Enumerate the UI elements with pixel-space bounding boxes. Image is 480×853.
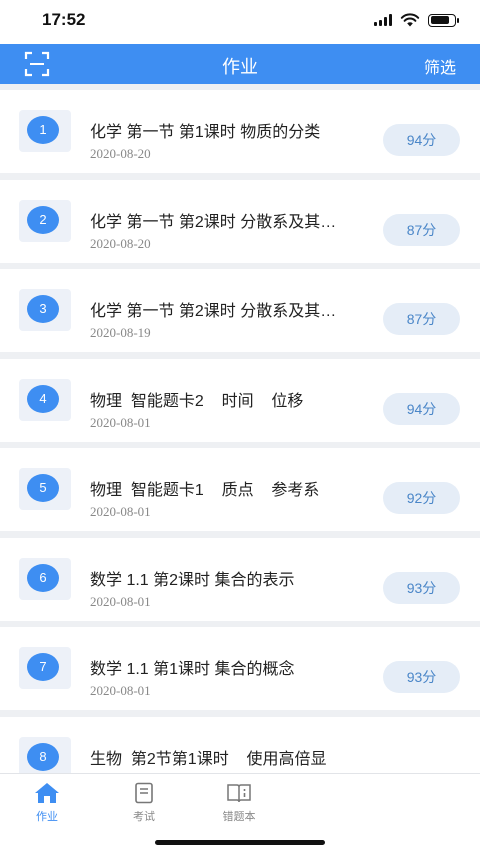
home-icon — [35, 783, 59, 803]
score-badge: 92分 — [383, 482, 460, 514]
item-number-box: 1 — [19, 110, 71, 152]
item-date: 2020-08-20 — [90, 146, 151, 161]
homework-item[interactable]: 6 数学 1.1 第2课时 集合的表示 2020-08-01 93分 — [0, 538, 480, 621]
item-number-box: 5 — [19, 468, 71, 510]
item-date: 2020-08-01 — [90, 594, 151, 609]
tab-wrong-book[interactable]: 错题本 — [204, 782, 274, 824]
exam-icon — [135, 782, 153, 804]
status-bar: 17:52 — [0, 0, 480, 44]
item-title: 数学 1.1 第2课时 集合的表示 — [90, 572, 295, 589]
item-number: 5 — [27, 474, 59, 502]
score-badge: 94分 — [383, 124, 460, 156]
item-number: 8 — [27, 743, 59, 771]
item-title: 数学 1.1 第1课时 集合的概念 — [90, 661, 295, 678]
item-title: 化学 第一节 第2课时 分散系及其… — [90, 303, 337, 320]
battery-icon — [428, 13, 459, 27]
item-title: 化学 第一节 第1课时 物质的分类 — [90, 124, 321, 141]
item-title: 化学 第一节 第2课时 分散系及其… — [90, 214, 337, 231]
item-number-box: 6 — [19, 558, 71, 600]
score-badge: 87分 — [383, 303, 460, 335]
nav-bar: 作业 筛选 — [0, 44, 480, 84]
tab-label: 作业 — [36, 811, 58, 823]
item-number-box: 7 — [19, 647, 71, 689]
item-number-box: 4 — [19, 379, 71, 421]
item-number: 1 — [27, 116, 59, 144]
item-title: 生物 第2节第1课时 使用高倍显 — [90, 751, 327, 768]
homework-item[interactable]: 8 生物 第2节第1课时 使用高倍显 2020-08-01 — [0, 717, 480, 773]
item-number-box: 2 — [19, 200, 71, 242]
status-icons — [374, 13, 459, 27]
homework-item[interactable]: 2 化学 第一节 第2课时 分散系及其… 2020-08-20 87分 — [0, 180, 480, 263]
tab-bar: 作业 考试 错题本 — [0, 773, 480, 853]
wifi-icon — [400, 13, 420, 27]
status-time: 17:52 — [42, 10, 86, 29]
homework-item[interactable]: 3 化学 第一节 第2课时 分散系及其… 2020-08-19 87分 — [0, 269, 480, 352]
score-badge: 93分 — [383, 572, 460, 604]
item-date: 2020-08-19 — [90, 325, 151, 340]
item-number: 6 — [27, 564, 59, 592]
score-badge: 93分 — [383, 661, 460, 693]
item-title: 物理 智能题卡2 时间 位移 — [90, 393, 304, 410]
item-number: 3 — [27, 295, 59, 323]
homework-item[interactable]: 4 物理 智能题卡2 时间 位移 2020-08-01 94分 — [0, 359, 480, 442]
signal-icon — [374, 14, 392, 26]
item-date: 2020-08-01 — [90, 504, 151, 519]
tab-exam[interactable]: 考试 — [109, 782, 179, 824]
item-number: 2 — [27, 206, 59, 234]
filter-button[interactable]: 筛选 — [424, 54, 456, 78]
homework-item[interactable]: 5 物理 智能题卡1 质点 参考系 2020-08-01 92分 — [0, 448, 480, 531]
score-badge: 94分 — [383, 393, 460, 425]
item-date: 2020-08-20 — [90, 236, 151, 251]
tab-label: 考试 — [133, 811, 155, 823]
tab-homework[interactable]: 作业 — [12, 782, 82, 824]
item-number-box: 3 — [19, 289, 71, 331]
item-title: 物理 智能题卡1 质点 参考系 — [90, 482, 320, 499]
score-badge: 87分 — [383, 214, 460, 246]
item-date: 2020-08-01 — [90, 415, 151, 430]
wrong-book-icon — [227, 784, 251, 803]
homework-list: 1 化学 第一节 第1课时 物质的分类 2020-08-20 94分 2 化学 … — [0, 84, 480, 773]
battery-level — [430, 16, 449, 24]
item-number: 4 — [27, 385, 59, 413]
page-title: 作业 — [222, 57, 258, 77]
tab-label: 错题本 — [222, 811, 256, 823]
item-date: 2020-08-01 — [90, 683, 151, 698]
home-indicator — [155, 840, 325, 845]
item-number-box: 8 — [19, 737, 71, 773]
homework-item[interactable]: 1 化学 第一节 第1课时 物质的分类 2020-08-20 94分 — [0, 90, 480, 173]
homework-item[interactable]: 7 数学 1.1 第1课时 集合的概念 2020-08-01 93分 — [0, 627, 480, 710]
item-number: 7 — [27, 653, 59, 681]
